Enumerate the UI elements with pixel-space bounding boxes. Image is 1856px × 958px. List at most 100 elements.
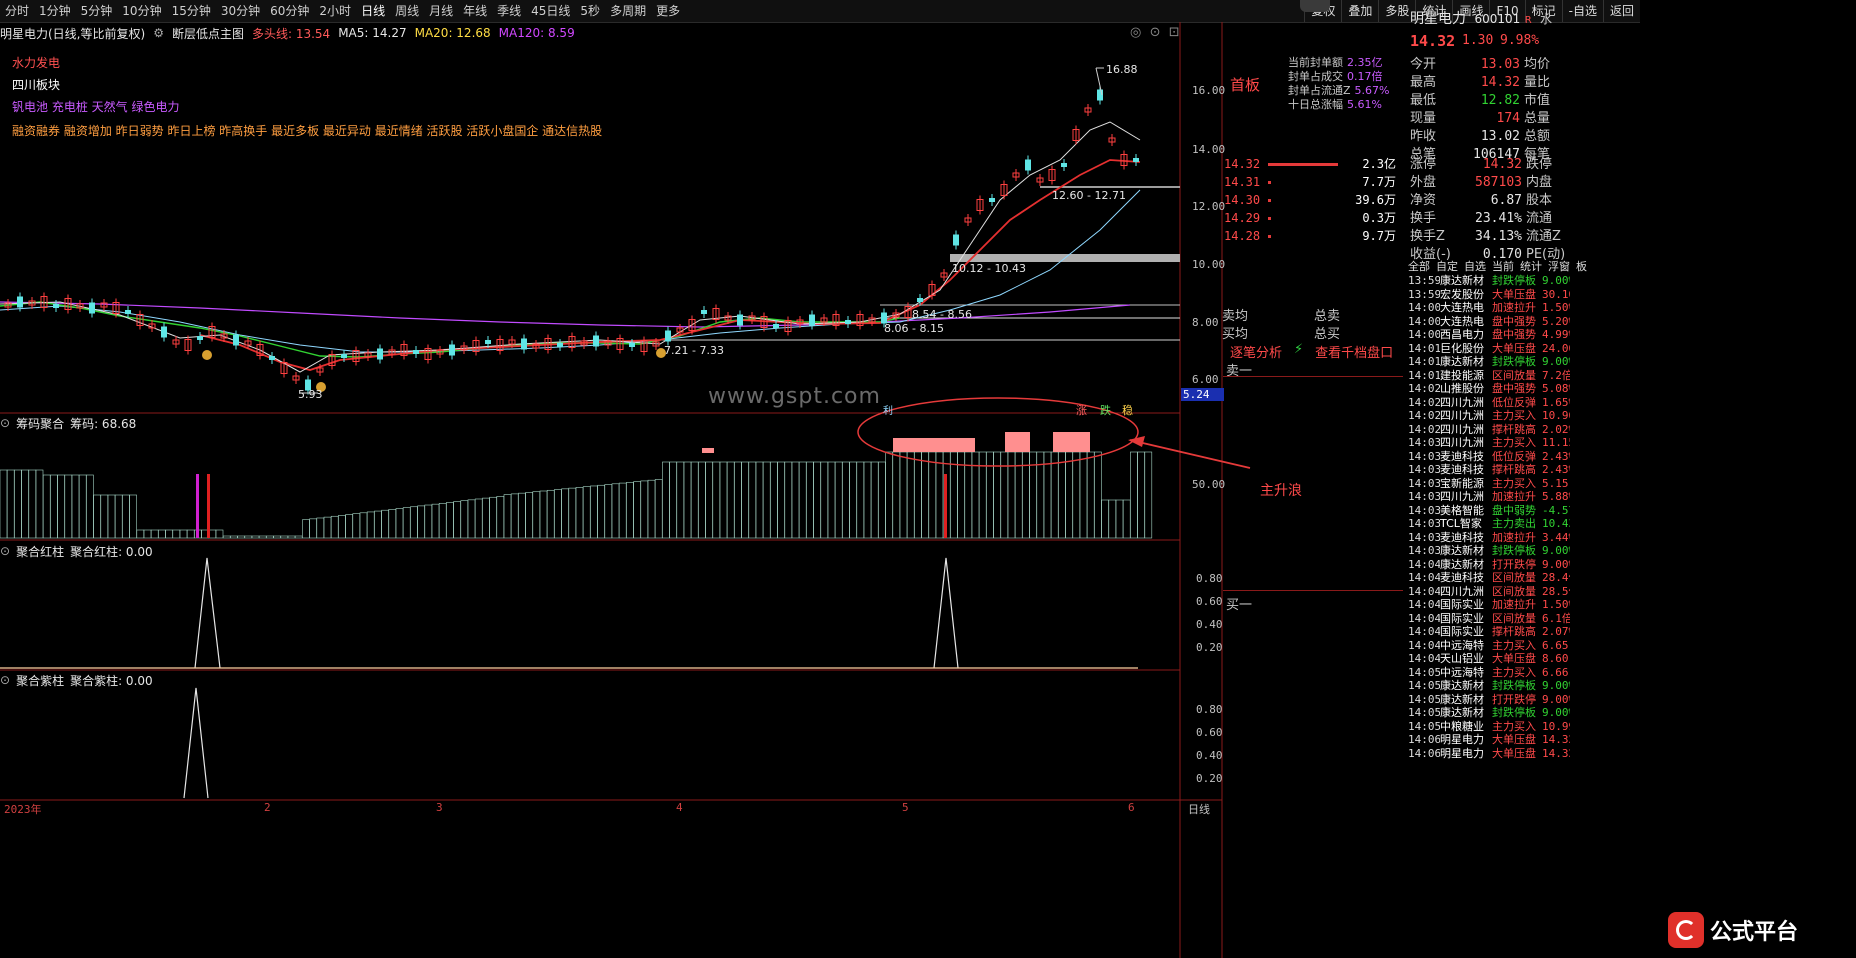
chip-bar — [438, 502, 447, 539]
ticker-row[interactable]: 14:06明星电力大单压盘14.32 — [1408, 747, 1570, 761]
chip-bar — [107, 494, 116, 539]
ticker-row[interactable]: 14:04国际实业撑杆跳高2.07% — [1408, 625, 1570, 639]
ticker-row[interactable]: 14:04 天山铝业 大单压盘 8.60 — [1408, 652, 1570, 666]
chip-bar — [179, 529, 188, 539]
chip-bar — [417, 505, 425, 539]
chip-bar — [366, 511, 375, 539]
ticker-row[interactable]: 14:03 宝新能源 主力买入 5.15 — [1408, 477, 1570, 491]
depth-link[interactable]: 查看千档盘口 — [1315, 342, 1393, 361]
candle — [341, 354, 347, 358]
ticker-tab[interactable]: 当前 — [1492, 258, 1514, 274]
candle — [521, 338, 527, 350]
order-book-row[interactable]: 14.30 39.6万 — [1224, 191, 1400, 209]
brand-logo: 公式平台 — [1668, 912, 1798, 948]
sell-total-label: 总卖 — [1314, 309, 1341, 324]
ticker-tab[interactable]: 自选 — [1464, 258, 1486, 274]
ticker-row[interactable]: 14:03康达新材封跌停板9.00% — [1408, 544, 1570, 558]
ticker-row[interactable]: 14:05 中远海特 主力买入 6.66 — [1408, 666, 1570, 680]
ticker-row[interactable]: 14:00大连热电加速拉升1.50% — [1408, 301, 1570, 315]
chip-bar — [978, 451, 987, 539]
ticker-row[interactable]: 14:03美格智能盘中弱势-4.57% — [1408, 504, 1570, 518]
ticker-row[interactable]: 13:59宏发股份大单压盘30.10 — [1408, 288, 1570, 302]
red-axis-020: 0.20 — [1196, 641, 1223, 654]
period-label[interactable]: 日线 — [1188, 801, 1210, 817]
chip-bar — [1130, 451, 1138, 539]
ticker-tab[interactable]: 全部 — [1408, 258, 1430, 274]
chip-bar — [86, 474, 94, 539]
ticker-row[interactable]: 14:01 建投能源 区间放量 7.2倍 — [1408, 369, 1570, 383]
chip-name[interactable]: 筹码聚合 — [16, 415, 64, 432]
chip-bar — [266, 535, 274, 539]
panel-toggle-icon[interactable]: ⊙ — [0, 673, 10, 687]
ticker-row[interactable]: 14:06明星电力大单压盘14.32 — [1408, 733, 1570, 747]
candle — [773, 324, 779, 328]
ticker-row[interactable]: 14:01巨化股份大单压盘24.00 — [1408, 342, 1570, 356]
candle — [629, 343, 635, 347]
chip-bar — [136, 529, 145, 539]
ticker-row[interactable]: 14:00大连热电盘中强势5.20% — [1408, 315, 1570, 329]
chip-bar — [1000, 451, 1009, 539]
chip-bar — [1086, 451, 1095, 539]
ticker-row[interactable]: 14:05康达新材打开跌停9.00% — [1408, 693, 1570, 707]
ticker-row[interactable]: 14:05中粮糖业主力买入10.99 — [1408, 720, 1570, 734]
red-panel-name[interactable]: 聚合红柱 — [16, 543, 64, 560]
chip-bar — [50, 474, 58, 539]
chip-bar — [654, 479, 663, 539]
ticker-row[interactable]: 14:04 中远海特 主力买入 6.65 — [1408, 639, 1570, 653]
chip-bar — [813, 461, 821, 539]
ticker-row[interactable]: 14:05康达新材封跌停板9.00% — [1408, 679, 1570, 693]
chip-bar — [885, 451, 893, 539]
ticker-row[interactable]: 14:05康达新材封跌停板9.00% — [1408, 706, 1570, 720]
candle — [125, 310, 131, 314]
order-book-row[interactable]: 14.29 0.3万 — [1224, 209, 1400, 227]
chip-bar — [460, 500, 469, 539]
trade-analysis-link[interactable]: 逐笔分析 — [1230, 342, 1282, 361]
chip-bar — [906, 451, 915, 539]
ticker-row[interactable]: 13:59康达新材封跌停板9.00% — [1408, 274, 1570, 288]
seal-row: 封单占流通Z 5.67% — [1288, 84, 1390, 97]
collapse-handle[interactable] — [1300, 0, 1330, 12]
chip-bar — [0, 469, 8, 539]
ticker-row[interactable]: 14:04康达新材打开跌停9.00% — [1408, 558, 1570, 572]
chip-bar — [1043, 451, 1052, 539]
chip-bar — [762, 461, 771, 539]
purple-axis-040: 0.40 — [1196, 749, 1223, 762]
chip-bar — [618, 482, 627, 539]
quote-rz-badge: R — [1524, 15, 1532, 26]
ticker-row[interactable]: 14:03麦迪科技加速拉升3.44% — [1408, 531, 1570, 545]
chip-bar — [503, 494, 512, 539]
order-book-row[interactable]: 14.32 2.3亿 — [1224, 155, 1400, 173]
ticker-tab[interactable]: 统计 — [1520, 258, 1542, 274]
order-book-row[interactable]: 14.28 9.7万 — [1224, 227, 1400, 245]
ticker-row[interactable]: 14:02山推股份盘中强势5.08% — [1408, 382, 1570, 396]
ticker-row[interactable]: 14:03麦迪科技低位反弹2.43% — [1408, 450, 1570, 464]
ticker-row[interactable]: 14:01康达新材封跌停板9.00% — [1408, 355, 1570, 369]
ticker-row[interactable]: 14:02四川九洲撑杆跳高2.02% — [1408, 423, 1570, 437]
ticker-row[interactable]: 14:02四川九洲主力买入10.96 — [1408, 409, 1570, 423]
ticker-row[interactable]: 14:04国际实业加速拉升1.50% — [1408, 598, 1570, 612]
band-label-2: 10.12 - 10.43 — [952, 262, 1026, 275]
ticker-tab[interactable]: 浮窗 — [1548, 258, 1570, 274]
candle — [197, 336, 203, 340]
ticker-row[interactable]: 14:03TCL智家主力卖出10.43 — [1408, 517, 1570, 531]
ticker-row[interactable]: 14:00西昌电力盘中强势4.99% — [1408, 328, 1570, 342]
purple-panel-name[interactable]: 聚合紫柱 — [16, 672, 64, 689]
ticker-row[interactable]: 14:04麦迪科技区间放量28.4倍 — [1408, 571, 1570, 585]
ticker-tab[interactable]: 板 — [1576, 258, 1587, 274]
ticker-row[interactable]: 14:02四川九洲低位反弹1.65% — [1408, 396, 1570, 410]
chip-bar — [532, 491, 541, 539]
chip-bar — [676, 461, 685, 539]
panel-toggle-icon[interactable]: ⊙ — [0, 544, 10, 558]
ticker-row[interactable]: 14:03四川九洲加速拉升5.88% — [1408, 490, 1570, 504]
order-book-row[interactable]: 14.31 7.7万 — [1224, 173, 1400, 191]
chip-bar — [446, 502, 454, 539]
ticker-row[interactable]: 14:03四川九洲主力买入11.15 — [1408, 436, 1570, 450]
ticker-row[interactable]: 14:04 国际实业 区间放量 6.1倍 — [1408, 612, 1570, 626]
chip-bar — [467, 499, 476, 539]
panel-toggle-icon[interactable]: ⊙ — [0, 416, 10, 430]
ticker-row[interactable]: 14:03麦迪科技撑杆跳高2.43% — [1408, 463, 1570, 477]
ticker-tab[interactable]: 自定 — [1436, 258, 1458, 274]
ticker-row[interactable]: 14:04四川九洲区间放量28.5倍 — [1408, 585, 1570, 599]
chip-bar — [719, 461, 728, 539]
chip-bar — [57, 474, 65, 539]
